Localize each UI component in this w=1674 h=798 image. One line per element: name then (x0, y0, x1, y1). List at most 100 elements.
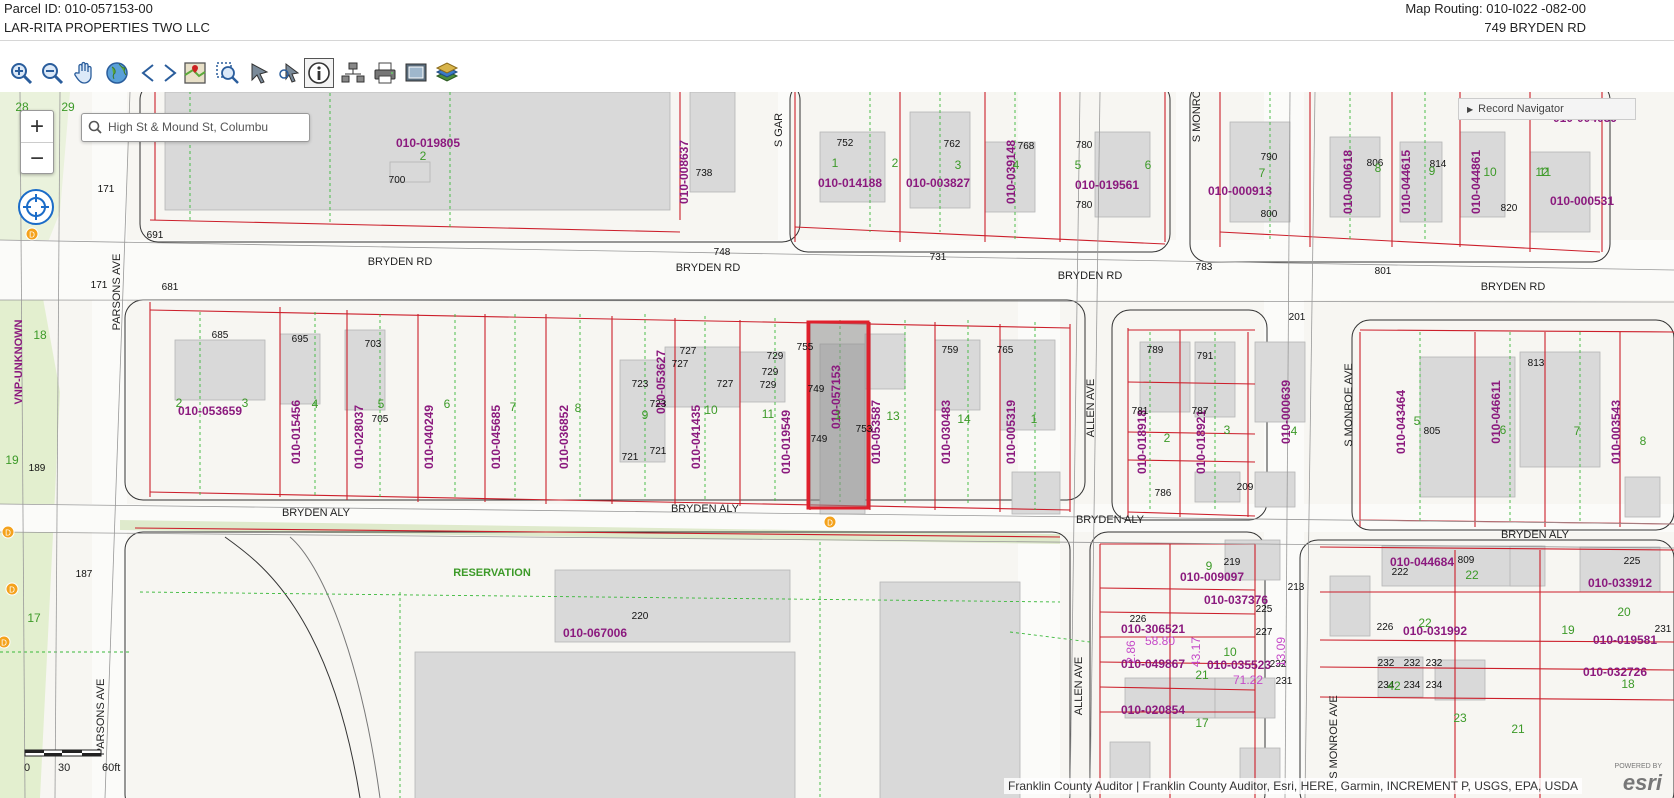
map-view[interactable]: D D D D D BRYDEN RD BRYDEN RD BRYDEN RD BRYDEN R… (0, 92, 1674, 798)
street-label: S MONROE AVE (1343, 363, 1355, 447)
full-extent-button[interactable] (102, 58, 132, 88)
select-area-button[interactable] (212, 58, 242, 88)
house-number-label: 685 (212, 330, 229, 341)
map-toolbar (0, 56, 1674, 92)
house-number-label: 700 (389, 175, 406, 186)
lot-number-label: 9 (642, 408, 649, 422)
zoom-in-icon (11, 63, 33, 85)
identify-button[interactable] (304, 58, 334, 88)
parcel-id-label: 010-053659 (178, 404, 242, 418)
building-footprint (1624, 476, 1661, 518)
parcel-id-label: 010-005319 (1004, 400, 1018, 464)
crosshair-icon (23, 194, 49, 220)
house-number-label: 721 (622, 452, 639, 463)
house-number-label: 790 (1261, 152, 1278, 163)
street-label: ALLEN AVE (1073, 657, 1085, 716)
house-number-label: 234 (1404, 680, 1421, 691)
parcel-id-label: 010-019805 (396, 136, 460, 150)
lot-number-label: 22 (1418, 616, 1432, 630)
house-number-label: 813 (1528, 358, 1545, 369)
lot-number-label: 6 (1145, 158, 1152, 172)
select-parcel-button[interactable] (245, 58, 275, 88)
pan-tool-button[interactable] (70, 58, 100, 88)
locate-button[interactable] (18, 189, 54, 225)
layers-icon (435, 62, 459, 82)
dimension-label: 71.22 (1233, 673, 1263, 687)
powered-by-label: POWERED BY (1614, 763, 1662, 770)
pointer-arrow-icon (251, 63, 269, 84)
lot-number-label: 20 (1617, 605, 1631, 619)
info-icon (308, 62, 330, 84)
lot-number-label: 29 (61, 100, 75, 114)
street-label: BRYDEN ALY (1501, 529, 1570, 541)
record-navigator-button[interactable]: ▶ Record Navigator (1458, 98, 1636, 120)
house-number-label: 225 (1624, 556, 1641, 567)
lot-number-label: 10 (704, 403, 718, 417)
house-number-label: 201 (1289, 312, 1306, 323)
buffer-tool-button[interactable] (338, 58, 368, 88)
house-number-label: 749 (811, 434, 828, 445)
marker-label: D (1, 639, 7, 648)
lot-number-label: 6 (1500, 423, 1507, 437)
house-number-label: 213 (1288, 582, 1305, 593)
house-number-label: 691 (147, 230, 164, 241)
building-footprint (1329, 575, 1371, 637)
parcel-id-label: 010-000531 (1550, 194, 1614, 208)
search-box (81, 113, 310, 142)
house-number-label: 729 (760, 380, 777, 391)
house-number-label: 768 (1018, 141, 1035, 152)
house-number-label: 759 (942, 345, 959, 356)
parcel-id-label: 010-040249 (422, 405, 436, 469)
parcel-id-label: 010-020854 (1121, 703, 1185, 717)
zoom-out-button[interactable]: − (21, 143, 53, 174)
select-by-point-button[interactable] (276, 58, 306, 88)
street-label: S MONRO (1191, 92, 1203, 142)
parcel-id-label: Parcel ID: 010-057153-00 (4, 1, 153, 16)
scale-label-0: 0 (24, 762, 31, 774)
parcel-id-label: 010-003827 (906, 176, 970, 190)
lot-number-label: 5 (378, 397, 385, 411)
house-number-label: 705 (372, 414, 389, 425)
lot-number-label: 4 (1291, 424, 1298, 438)
house-number-label: 791 (1197, 351, 1214, 362)
lot-number-label: 2 (892, 156, 899, 170)
zoom-in-button[interactable]: + (21, 111, 53, 143)
print-button[interactable] (370, 58, 400, 88)
parcel-id-label: 010-044615 (1399, 150, 1413, 214)
house-number-label: 171 (98, 184, 115, 195)
lot-number-label: 7 (510, 400, 517, 414)
layers-button[interactable] (432, 58, 462, 88)
parcel-id-label: 010-067006 (563, 626, 627, 640)
lot-number-label: 3 (955, 158, 962, 172)
lot-number-label: 8 (1375, 161, 1382, 175)
lot-number-label: 8 (575, 401, 582, 415)
house-number-label: 703 (365, 339, 382, 350)
house-number-label: 731 (930, 252, 947, 263)
lot-number-label: 18 (1621, 677, 1635, 691)
parcel-map-canvas[interactable]: D D D D D BRYDEN RD BRYDEN RD BRYDEN RD BRYDEN R… (0, 92, 1674, 798)
house-number-label: 227 (1256, 627, 1273, 638)
search-icon (88, 120, 102, 134)
house-number-label: 219 (1224, 557, 1241, 568)
fullscreen-button[interactable] (401, 58, 431, 88)
house-number-label: 783 (1196, 262, 1213, 273)
zoom-to-parcel-button[interactable] (180, 58, 210, 88)
search-input[interactable] (108, 114, 303, 139)
lot-number-label: 9 (1206, 559, 1213, 573)
parcel-id-label: 010-008637 (677, 140, 691, 204)
parcel-id-label: 010-014188 (818, 176, 882, 190)
dimension-label: 2.86 (1124, 640, 1138, 664)
scale-bar-graphic (24, 749, 102, 757)
lot-number-label: 9 (1429, 164, 1436, 178)
house-number-label: 189 (29, 463, 46, 474)
zoom-in-tool-button[interactable] (6, 58, 36, 88)
house-number-label: 753 (856, 424, 873, 435)
lot-number-label: 4 (1013, 158, 1020, 172)
zoom-out-tool-button[interactable] (37, 58, 67, 88)
house-number-label: 820 (1501, 203, 1518, 214)
house-number-label: 727 (680, 346, 697, 357)
zoom-control: + − (20, 110, 54, 174)
house-number-label: 805 (1424, 426, 1441, 437)
house-number-label: 729 (762, 367, 779, 378)
house-number-label: 681 (162, 282, 179, 293)
